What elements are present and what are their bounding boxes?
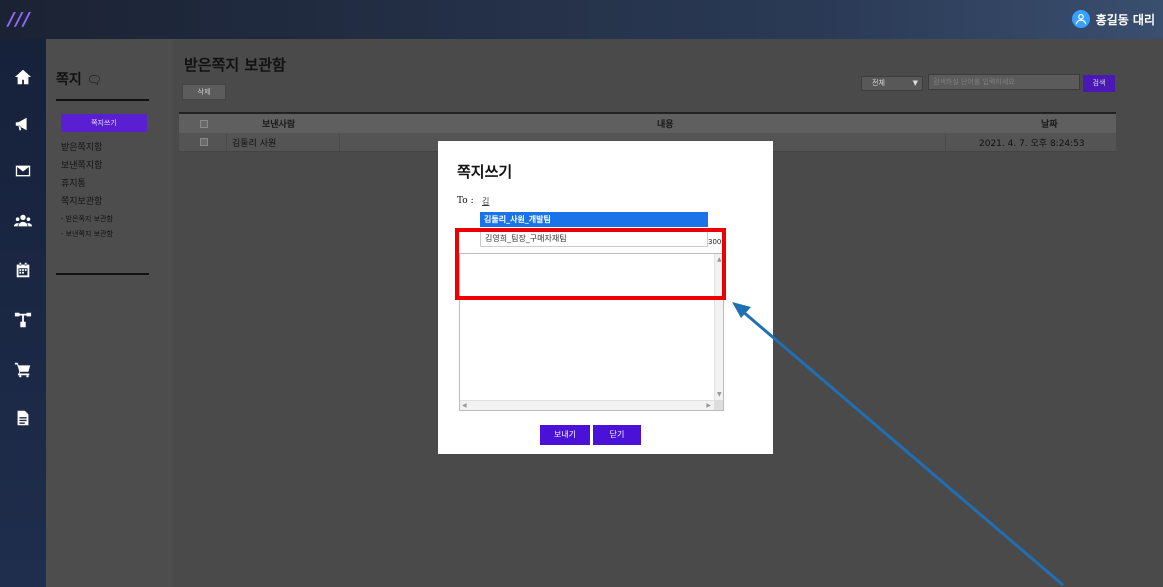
mail-icon[interactable] bbox=[13, 161, 33, 181]
org-chart-icon[interactable] bbox=[13, 310, 33, 330]
row-sender: 김둘리 사원 bbox=[232, 138, 277, 149]
page-title: 받은쪽지 보관함 bbox=[184, 56, 286, 74]
user-profile[interactable]: 홍길동 대리 bbox=[1071, 10, 1155, 28]
suggestion-item[interactable]: 김둘리_사원_개발팀 bbox=[480, 212, 708, 227]
sidebar-item-inbox[interactable]: 받은쪽지함 bbox=[61, 140, 102, 153]
search-input[interactable]: 검색하실 단어를 입력하세요 bbox=[928, 74, 1080, 90]
document-icon[interactable] bbox=[13, 408, 33, 428]
scroll-down-icon[interactable]: ▼ bbox=[717, 391, 722, 398]
cart-icon[interactable] bbox=[13, 359, 33, 379]
resize-corner[interactable] bbox=[714, 400, 723, 410]
to-label: To : bbox=[457, 196, 474, 206]
top-bar: /// 홍길동 대리 bbox=[0, 0, 1163, 39]
scroll-left-icon[interactable]: ◀ bbox=[462, 402, 467, 409]
message-sidebar: 쪽지 🗨 쪽지쓰기 받은쪽지함 보낸쪽지함 휴지통 쪽지보관함 - 받은쪽지 보… bbox=[46, 39, 173, 587]
sidebar-item-trash[interactable]: 휴지통 bbox=[61, 176, 86, 189]
chat-bubble-icon: 🗨 bbox=[86, 73, 102, 87]
home-icon[interactable] bbox=[13, 67, 33, 87]
header-date: 날짜 bbox=[1041, 120, 1058, 130]
send-button[interactable]: 보내기 bbox=[540, 425, 590, 445]
modal-title: 쪽지쓰기 bbox=[457, 163, 513, 181]
calendar-icon[interactable] bbox=[13, 260, 33, 280]
delete-button[interactable]: 삭제 bbox=[182, 84, 226, 100]
header-sender: 보낸사람 bbox=[262, 120, 296, 130]
table-header: 보낸사람 내용 날짜 bbox=[179, 112, 1116, 133]
row-checkbox[interactable] bbox=[200, 133, 208, 151]
search-button[interactable]: 검색 bbox=[1083, 75, 1115, 92]
user-icon bbox=[1071, 10, 1090, 28]
horizontal-scrollbar[interactable]: ◀ ▶ bbox=[460, 400, 723, 410]
row-date: 2021. 4. 7. 오후 8:24:53 bbox=[979, 138, 1085, 149]
sidebar-title: 쪽지 🗨 bbox=[56, 72, 102, 88]
megaphone-icon[interactable] bbox=[13, 114, 33, 134]
sidebar-item-sent[interactable]: 보낸쪽지함 bbox=[61, 158, 102, 171]
sidebar-subitem-sent-archive[interactable]: - 보낸쪽지 보관함 bbox=[61, 229, 113, 239]
close-button[interactable]: 닫기 bbox=[593, 425, 641, 445]
select-all-checkbox[interactable] bbox=[200, 114, 208, 133]
compose-button[interactable]: 쪽지쓰기 bbox=[61, 114, 147, 132]
icon-rail bbox=[0, 39, 46, 587]
sidebar-divider bbox=[56, 99, 149, 101]
sidebar-divider bbox=[56, 273, 149, 275]
scroll-right-icon[interactable]: ▶ bbox=[706, 402, 711, 409]
sidebar-item-archive[interactable]: 쪽지보관함 bbox=[61, 194, 102, 207]
app-logo[interactable]: /// bbox=[8, 9, 31, 30]
sidebar-subitem-received-archive[interactable]: - 받은쪽지 보관함 bbox=[61, 214, 113, 224]
chevron-down-icon: ▼ bbox=[912, 79, 918, 87]
filter-select[interactable]: 전체 ▼ bbox=[861, 76, 923, 91]
header-content: 내용 bbox=[657, 120, 674, 130]
user-name: 홍길동 대리 bbox=[1095, 12, 1155, 27]
recipient-input[interactable]: 김 bbox=[482, 196, 489, 207]
annotation-highlight-box bbox=[455, 228, 726, 300]
users-icon[interactable] bbox=[13, 211, 33, 231]
